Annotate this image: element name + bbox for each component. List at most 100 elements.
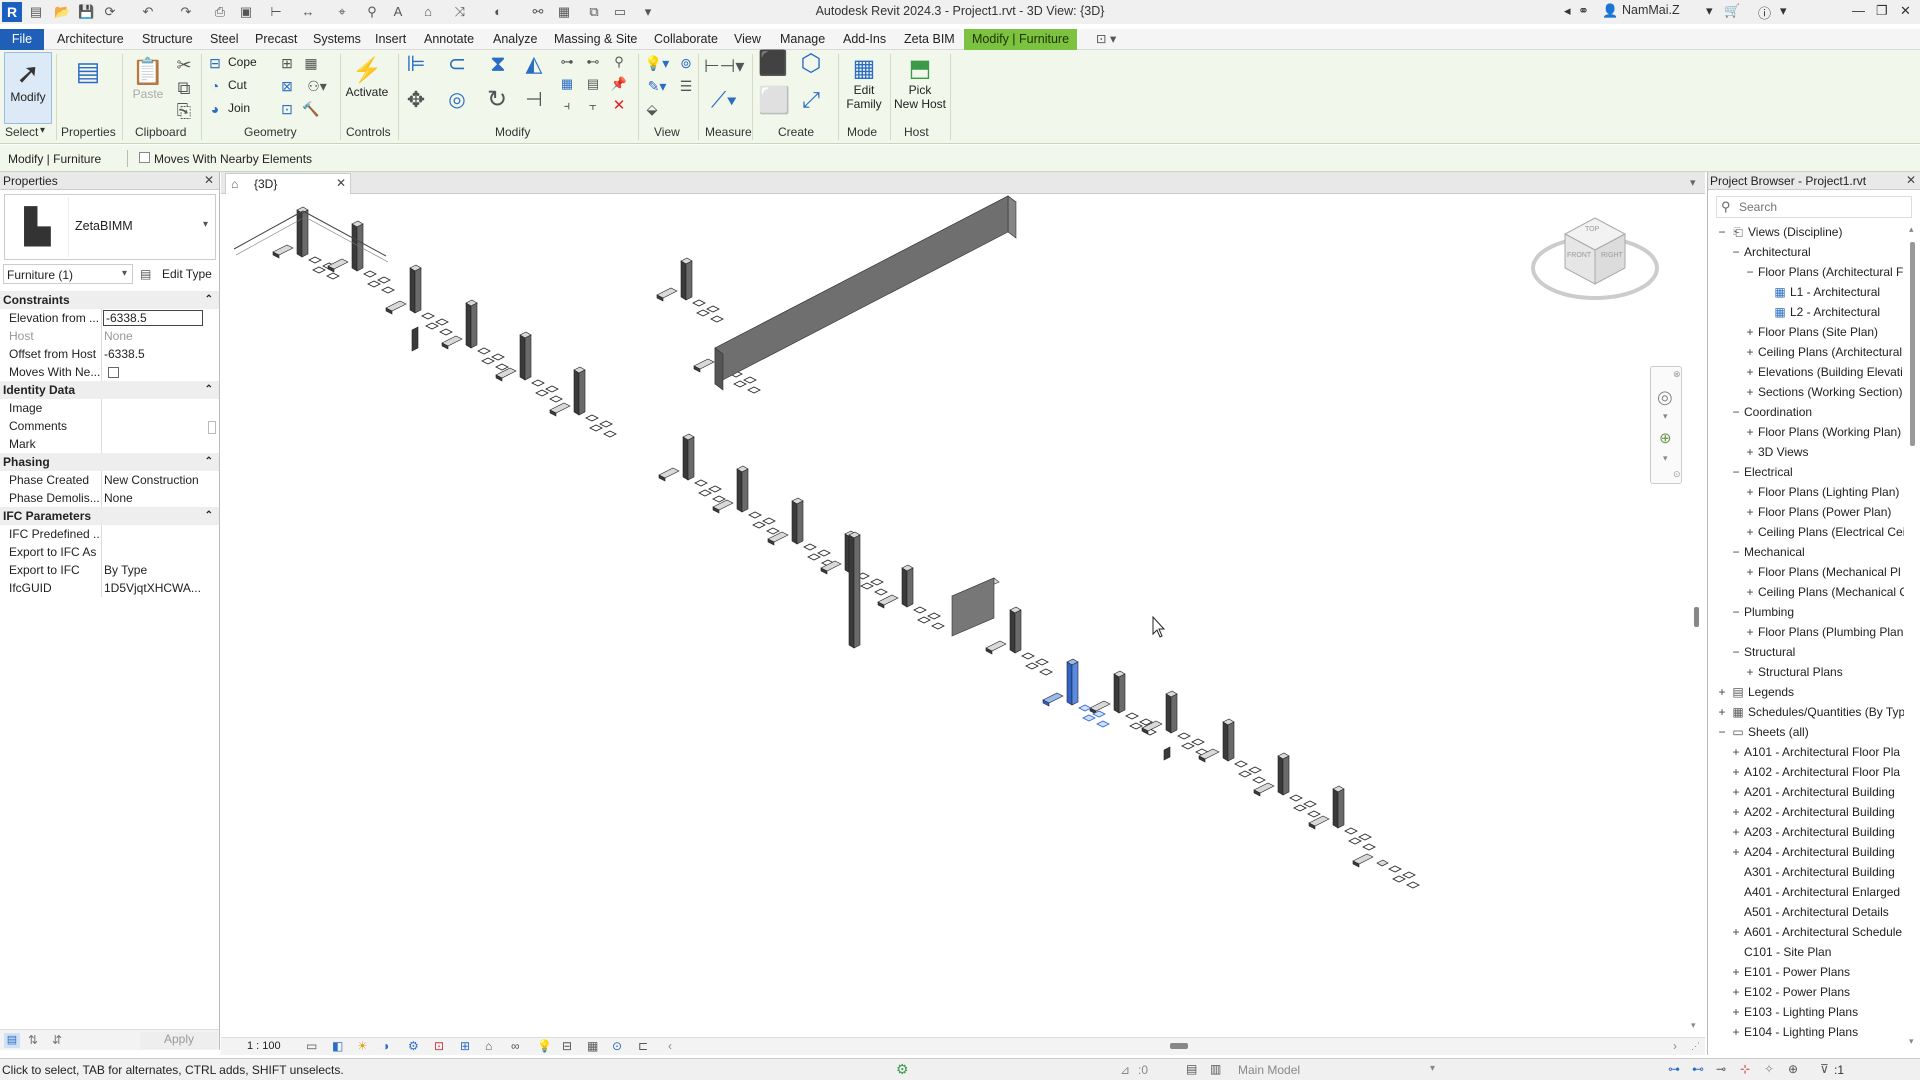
expand-icon[interactable]: + xyxy=(1717,684,1727,700)
tree-item[interactable]: + E102 - Power Plans xyxy=(1732,984,1850,1000)
show-crop-icon[interactable]: ⊞ xyxy=(460,1039,470,1053)
override-graphics-icon[interactable]: 💡▾ xyxy=(642,53,672,73)
search-input[interactable] xyxy=(1739,199,1907,215)
close-properties-icon[interactable]: ✕ xyxy=(204,173,214,187)
collapse-arrow-icon[interactable]: ◂ xyxy=(1564,3,1571,19)
3d-viewport[interactable]: TOP FRONT RIGHT ⊗ ◎ ▾ ⊕ ▾ ⊙ ▾ xyxy=(221,194,1705,1038)
tree-item[interactable]: A301 - Architectural Building xyxy=(1744,864,1895,880)
prop-row[interactable]: Mark xyxy=(0,435,219,453)
prop-row[interactable]: Export to IFC By Type xyxy=(0,561,219,579)
trim-multiple-icon[interactable]: ⫞ xyxy=(558,96,576,116)
tree-item[interactable]: + A101 - Architectural Floor Pla xyxy=(1732,744,1900,760)
tree-item[interactable]: + A204 - Architectural Building xyxy=(1732,844,1894,860)
panel-view[interactable]: View xyxy=(654,125,680,139)
furniture-post[interactable] xyxy=(985,606,1053,676)
cart-icon[interactable]: 🛒 xyxy=(1724,3,1740,19)
render-icon[interactable]: ⚙ xyxy=(408,1039,419,1053)
expand-icon[interactable]: + xyxy=(1731,824,1741,840)
browser-search[interactable]: ⚲ xyxy=(1716,196,1912,218)
scroll-left-icon[interactable]: ‹ xyxy=(668,1039,672,1053)
expand-icon[interactable]: + xyxy=(1731,844,1741,860)
worksets-icon[interactable]: ⚙ xyxy=(896,1061,909,1078)
tree-item[interactable]: C101 - Site Plan xyxy=(1744,944,1831,960)
create-similar-icon[interactable]: ⤢ xyxy=(796,89,826,111)
help-dropdown-icon[interactable]: ▾ xyxy=(1780,3,1787,19)
cut-button[interactable]: Cut xyxy=(228,78,247,92)
delete-icon[interactable]: ✕ xyxy=(610,96,628,116)
tree-item[interactable]: + A201 - Architectural Building xyxy=(1732,784,1894,800)
tab-analyze[interactable]: Analyze xyxy=(493,29,537,50)
panel-controls[interactable]: Controls xyxy=(346,125,391,139)
tree-item[interactable]: − ▭ Sheets (all) xyxy=(1718,724,1808,740)
browser-scrollbar[interactable]: ▴ ▾ xyxy=(1906,224,1920,1054)
filter-icon[interactable]: ⊽ xyxy=(1820,1062,1829,1076)
sun-path-icon[interactable]: ☀ xyxy=(357,1039,368,1053)
paint-icon[interactable]: ⚇▾ xyxy=(302,76,332,96)
apply-button[interactable]: Apply xyxy=(140,1032,218,1049)
select-dropdown-icon[interactable]: ▾ xyxy=(40,125,45,136)
offset-icon[interactable]: ⊂ xyxy=(442,53,472,75)
modify-button[interactable]: ➚ Modify xyxy=(4,52,52,124)
panel-select[interactable]: Select xyxy=(5,125,38,139)
tree-item[interactable]: − Structural xyxy=(1732,644,1795,660)
plate-block[interactable] xyxy=(951,577,1000,637)
tab-massing-site[interactable]: Massing & Site xyxy=(554,29,637,50)
expand-icon[interactable]: + xyxy=(1745,384,1755,400)
expand-icon[interactable]: + xyxy=(1745,324,1755,340)
tab-architecture[interactable]: Architecture xyxy=(57,29,124,50)
expand-icon[interactable]: + xyxy=(1731,764,1741,780)
create-group-icon[interactable]: ⬜ xyxy=(758,87,790,113)
shadows-icon[interactable]: ◑ xyxy=(382,1039,389,1053)
moves-with-prop-checkbox[interactable] xyxy=(108,367,119,378)
rotate-icon[interactable]: ↻ xyxy=(484,88,510,112)
zoom-dropdown-icon[interactable]: ▾ xyxy=(1663,453,1668,464)
crop-view-icon[interactable]: ⊡ xyxy=(434,1039,444,1053)
join-roof-icon[interactable]: ⊠ xyxy=(278,76,296,96)
expand-icon[interactable]: + xyxy=(1731,924,1741,940)
furniture-post[interactable] xyxy=(658,433,726,503)
expand-icon[interactable]: + xyxy=(1745,564,1755,580)
edit-type-button[interactable]: ▤ Edit Type xyxy=(140,264,216,284)
copy-icon[interactable]: ⧉ xyxy=(174,78,194,98)
tree-item[interactable]: + E103 - Lighting Plans xyxy=(1732,1004,1858,1020)
tree-item[interactable]: − Mechanical xyxy=(1732,544,1804,560)
paint-brush-icon[interactable]: ⬙ xyxy=(642,99,662,119)
expand-icon[interactable]: + xyxy=(1731,804,1741,820)
expand-icon[interactable]: + xyxy=(1731,984,1741,1000)
panel-create[interactable]: Create xyxy=(778,125,814,139)
tab-collaborate[interactable]: Collaborate xyxy=(654,29,718,50)
horizontal-scroll-thumb[interactable] xyxy=(1170,1043,1188,1049)
pin-icon[interactable]: 📌 xyxy=(610,74,628,94)
help-icon[interactable]: ⓘ xyxy=(1758,3,1771,22)
editable-only-icon[interactable]: ▤ xyxy=(1186,1062,1197,1076)
tab-view[interactable]: View xyxy=(734,29,761,50)
tree-item[interactable]: + ▦ Schedules/Quantities (By Typ xyxy=(1718,704,1904,720)
collapse-icon[interactable]: − xyxy=(1731,644,1741,660)
furniture-post[interactable] xyxy=(385,264,453,336)
minimize-icon[interactable]: — xyxy=(1852,3,1865,18)
pick-new-host-button[interactable]: ⬒ Pick New Host xyxy=(892,52,948,122)
user-icon[interactable]: 👤 xyxy=(1602,3,1618,19)
collapse-icon[interactable]: − xyxy=(1745,264,1755,280)
expand-icon[interactable]: + xyxy=(1745,504,1755,520)
viewcube-right[interactable]: RIGHT xyxy=(1601,252,1623,259)
tab-insert[interactable]: Insert xyxy=(375,29,406,50)
match-type-icon[interactable]: ⎘ xyxy=(174,101,194,121)
expand-icon[interactable]: + xyxy=(1731,1024,1741,1040)
cope-button[interactable]: Cope xyxy=(228,55,257,69)
panel-measure[interactable]: Measure xyxy=(705,125,752,139)
tree-item[interactable]: + A202 - Architectural Building xyxy=(1732,804,1894,820)
view-tabs-dropdown-icon[interactable]: ▾ xyxy=(1690,176,1696,189)
tree-item[interactable]: ▦ L2 - Architectural xyxy=(1774,304,1880,320)
hide-in-view-icon[interactable]: ⊚ xyxy=(676,53,696,73)
model-dropdown-icon[interactable]: ▾ xyxy=(1430,1063,1435,1074)
model-icon[interactable]: ▥ xyxy=(1210,1062,1221,1076)
split-face-icon[interactable]: ▦ xyxy=(302,53,320,73)
tree-item[interactable]: + Ceiling Plans (Mechanical C xyxy=(1746,584,1904,600)
tree-item[interactable]: + A102 - Architectural Floor Pla xyxy=(1732,764,1900,780)
workspace-toggle-icon[interactable]: ⊡ ▾ xyxy=(1096,29,1116,50)
background-process-icon[interactable]: ⊕ xyxy=(1788,1062,1798,1076)
expand-icon[interactable]: + xyxy=(1731,784,1741,800)
highlight-displacement-icon[interactable]: ⊏ xyxy=(638,1039,648,1053)
expand-icon[interactable]: + xyxy=(1731,1004,1741,1020)
